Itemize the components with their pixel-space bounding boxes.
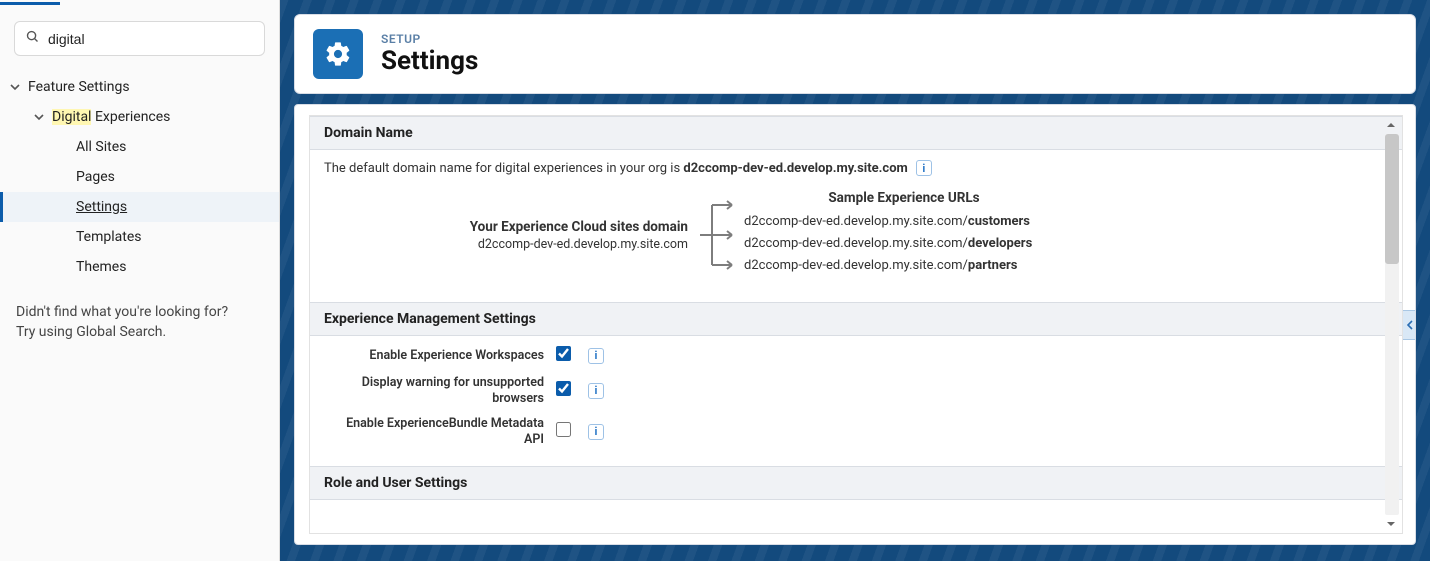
tree-leaf-all-sites[interactable]: All Sites [0,132,279,162]
info-icon[interactable]: i [916,160,932,176]
setup-sidebar: Feature Settings Digital Experiences All… [0,0,280,561]
section-header-experience: Experience Management Settings [310,302,1402,336]
setting-label: Enable ExperienceBundle Metadata API [324,416,544,447]
info-icon[interactable]: i [588,383,604,399]
tree-leaf-templates[interactable]: Templates [0,222,279,252]
tree-node-digital-experiences[interactable]: Digital Experiences [0,102,279,132]
panel-collapse-tab[interactable] [1402,310,1416,340]
tree-leaf-themes[interactable]: Themes [0,252,279,282]
setting-checkbox[interactable] [556,346,571,361]
scroll-up-icon[interactable] [1384,118,1398,132]
setting-checkbox[interactable] [556,422,571,437]
diagram-left-domain: d2ccomp-dev-ed.develop.my.site.com [324,237,688,252]
page-eyebrow: SETUP [381,32,478,46]
tree-leaf-label: Templates [76,229,142,245]
sample-url: d2ccomp-dev-ed.develop.my.site.com/partn… [744,258,1388,273]
tree-leaf-label: Settings [76,199,127,215]
branch-arrows-icon [694,190,744,280]
chevron-down-icon [34,112,46,122]
setting-label: Display warning for unsupported browsers [324,375,544,406]
footer-line: Try using Global Search. [16,322,263,342]
tree-leaf-pages[interactable]: Pages [0,162,279,192]
scrollbar-track[interactable] [1385,134,1399,515]
tree-leaf-label: Pages [76,169,115,185]
chevron-down-icon [10,82,22,92]
page-title: Settings [381,46,478,76]
domain-diagram: Your Experience Cloud sites domain d2cco… [324,182,1388,284]
search-icon [25,29,40,48]
scroll-down-icon[interactable] [1384,517,1398,531]
tree-leaf-label: All Sites [76,139,126,155]
section-header-role: Role and User Settings [310,466,1402,500]
setup-tree: Feature Settings Digital Experiences All… [0,64,279,282]
info-icon[interactable]: i [588,348,604,364]
sidebar-footer-hint: Didn't find what you're looking for? Try… [0,282,279,363]
sample-url: d2ccomp-dev-ed.develop.my.site.com/devel… [744,236,1388,251]
scrollbar-thumb[interactable] [1385,134,1399,264]
gear-icon [313,29,363,79]
tree-node-label: Feature Settings [28,79,130,95]
info-icon[interactable]: i [588,424,604,440]
setting-checkbox[interactable] [556,381,571,396]
search-input[interactable] [48,31,254,47]
diagram-left-label: Your Experience Cloud sites domain [324,219,688,235]
footer-line: Didn't find what you're looking for? [16,302,263,322]
section-body-domain: The default domain name for digital expe… [310,150,1402,302]
section-body-experience: Enable Experience Workspaces i Display war… [310,336,1402,466]
section-header-domain: Domain Name [310,116,1402,150]
sidebar-search[interactable] [14,21,265,56]
tree-node-feature-settings[interactable]: Feature Settings [0,72,279,102]
domain-desc: The default domain name for digital expe… [324,161,908,176]
sample-urls-header: Sample Experience URLs [744,190,1064,206]
tree-leaf-label: Themes [76,259,126,275]
sample-url: d2ccomp-dev-ed.develop.my.site.com/custo… [744,214,1388,229]
tree-node-label: Digital Experiences [52,109,170,125]
page-header: SETUP Settings [294,14,1416,94]
content-scroll[interactable]: Domain Name The default domain name for … [309,115,1403,534]
main-panel: SETUP Settings Domain Name [280,0,1430,561]
tree-leaf-settings[interactable]: Settings [0,192,279,222]
setting-label: Enable Experience Workspaces [324,348,544,364]
content-shell: Domain Name The default domain name for … [294,104,1416,545]
